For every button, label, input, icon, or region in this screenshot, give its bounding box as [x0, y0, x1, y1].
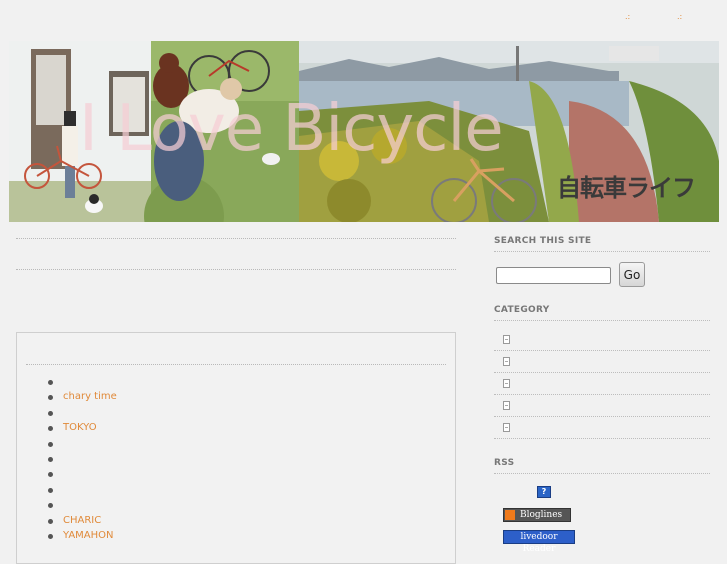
rss-heading: RSS [494, 458, 515, 468]
livedoor-reader-button[interactable]: livedoor Reader [503, 530, 575, 554]
list-item-label[interactable]: CHARIC [63, 515, 101, 526]
document-icon [503, 401, 510, 410]
banner-subtitle: 自転車ライフ [557, 174, 696, 202]
document-icon [503, 379, 510, 388]
search-input[interactable] [496, 267, 611, 284]
list-item[interactable]: YAMAHON [35, 528, 117, 543]
list-item[interactable] [35, 497, 117, 512]
category-item[interactable] [494, 373, 710, 395]
sidebar-divider [494, 320, 710, 321]
list-item[interactable]: chary time [35, 389, 117, 404]
category-divider [494, 438, 710, 439]
top-links: .: .: [625, 12, 725, 26]
category-item[interactable] [494, 329, 710, 351]
category-item[interactable] [494, 417, 710, 439]
list-item-label[interactable]: chary time [63, 391, 117, 402]
list-item-label[interactable]: TOKYO [63, 422, 97, 433]
divider [16, 238, 456, 239]
category-item[interactable] [494, 351, 710, 373]
document-icon [503, 423, 510, 432]
rss-feed-icon [505, 510, 515, 520]
category-item[interactable] [494, 395, 710, 417]
divider [16, 269, 456, 270]
entry-box-divider [26, 364, 446, 365]
bloglines-subscribe-button[interactable]: Bloglines [503, 508, 571, 522]
category-heading: CATEGORY [494, 305, 550, 315]
list-item[interactable] [35, 436, 117, 451]
list-item-label[interactable]: YAMAHON [63, 530, 114, 541]
search-heading: SEARCH THIS SITE [494, 236, 592, 246]
list-item[interactable]: TOKYO [35, 420, 117, 435]
list-item[interactable]: CHARIC [35, 513, 117, 528]
document-icon [503, 357, 510, 366]
list-item[interactable] [35, 374, 117, 389]
list-item[interactable] [35, 405, 117, 420]
sidebar-divider [494, 251, 710, 252]
top-link-2[interactable]: .: [677, 12, 682, 22]
list-item[interactable] [35, 466, 117, 481]
top-link-1[interactable]: .: [625, 12, 630, 22]
help-icon[interactable]: ? [537, 486, 551, 498]
list-item[interactable] [35, 451, 117, 466]
banner-title: I Love Bicycle [79, 92, 504, 166]
document-icon [503, 335, 510, 344]
search-go-button[interactable]: Go [619, 262, 645, 287]
list-item[interactable] [35, 482, 117, 497]
header-banner[interactable]: I Love Bicycle 自転車ライフ [9, 41, 719, 222]
sidebar-divider [494, 473, 710, 474]
entry-list: chary time TOKYO CHARIC YAMAHON [35, 374, 117, 543]
bloglines-label: Bloglines [520, 510, 563, 520]
